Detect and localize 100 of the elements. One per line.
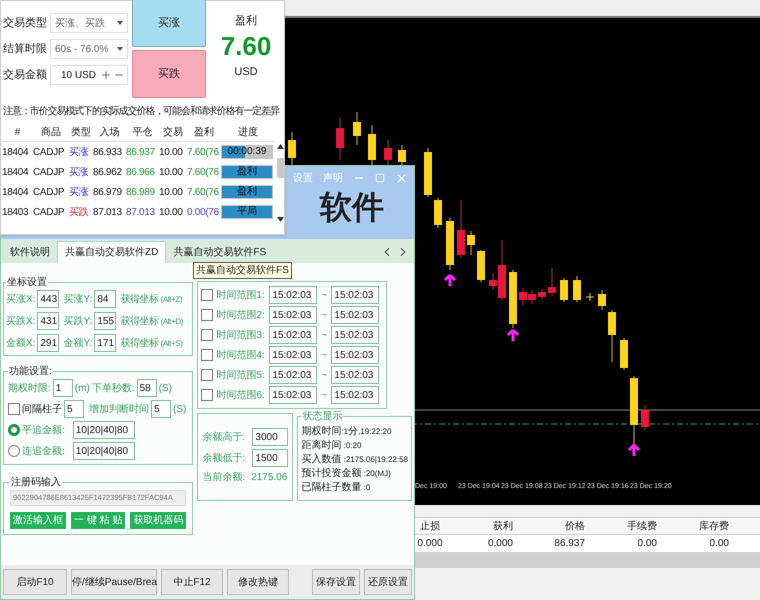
candle [457, 200, 465, 258]
start-time-field[interactable]: 15:02:03 [269, 366, 318, 384]
checkbox[interactable] [201, 309, 214, 321]
candle [353, 112, 361, 146]
field-label: 增加判断时间 [89, 402, 149, 416]
plus-icon[interactable] [100, 69, 112, 81]
table-cell-text: 7.60(76 [187, 146, 220, 160]
amount-field[interactable]: 10|20|40|80 [72, 442, 135, 460]
column-header: 止损 [419, 520, 441, 534]
radio-button[interactable] [8, 445, 20, 457]
amount-field[interactable]: 10 USD [50, 65, 128, 85]
tooltip: 共赢自动交易软件FS [193, 262, 292, 279]
interval-field[interactable]: 5 [64, 400, 84, 418]
candle [608, 310, 616, 362]
start-time-field[interactable]: 15:02:03 [269, 286, 318, 304]
end-time-field[interactable]: 15:02:03 [331, 346, 380, 364]
scroll-thumb[interactable] [277, 158, 284, 178]
amount-field[interactable]: 10|20|40|80 [72, 421, 135, 439]
dropdown[interactable]: 60s - 76.0% [50, 39, 128, 59]
checkbox[interactable] [201, 329, 214, 341]
table-cell-text: CADJP [33, 146, 66, 160]
column-header: 交易 [162, 126, 184, 140]
command-button[interactable]: 中止F12 [161, 569, 223, 595]
balance-field[interactable]: 3000 [252, 428, 288, 446]
candle [641, 404, 649, 430]
command-button[interactable]: 还原设置 [364, 569, 412, 595]
field-label: 买涨Y: [63, 292, 92, 306]
checkbox[interactable] [201, 349, 214, 361]
tab[interactable]: 软件说明 [3, 241, 57, 263]
table-cell-text: 0.00(76 [187, 206, 220, 220]
candle [398, 144, 406, 166]
checkbox-label[interactable]: 间隔柱子 [22, 402, 62, 416]
expiry-field[interactable]: 1 [52, 379, 73, 397]
checkbox[interactable] [201, 289, 214, 301]
table-cell-text: 7.60(76 [187, 166, 220, 180]
start-time-field[interactable]: 15:02:03 [269, 326, 318, 344]
end-time-field[interactable]: 15:02:03 [331, 366, 380, 384]
end-time-field[interactable]: 15:02:03 [331, 326, 380, 344]
table-cell-text: 10.00 [159, 146, 184, 160]
column-header: 盈利 [193, 126, 215, 140]
group-title: 状态显示 [301, 410, 344, 424]
command-button[interactable]: 保存设置 [312, 569, 360, 595]
command-button[interactable]: 停/继续Pause/Brea [71, 569, 157, 595]
start-time-field[interactable]: 15:02:03 [269, 306, 318, 324]
scroll-up-icon[interactable] [277, 144, 284, 149]
coordinate-field[interactable]: 431 [37, 312, 60, 330]
column-header: 入场 [98, 126, 120, 140]
progress-label: 盈利 [236, 186, 258, 198]
end-time-field[interactable]: 15:02:03 [331, 306, 380, 324]
tab[interactable]: 共赢自动交易软件FS [166, 241, 274, 263]
range-separator: ~ [320, 368, 328, 382]
candle [477, 250, 485, 282]
coordinate-field[interactable]: 291 [37, 334, 60, 352]
tab[interactable]: 共赢自动交易软件ZD [57, 241, 166, 263]
checkbox[interactable] [201, 369, 214, 381]
end-time-field[interactable]: 15:02:03 [331, 386, 380, 404]
seconds-field[interactable]: 58 [136, 379, 157, 397]
table-cell-text: 10.00 [159, 206, 184, 220]
table-cell-text: 10.00 [159, 186, 184, 200]
command-button[interactable]: 启动F10 [3, 569, 67, 595]
buy-up-button[interactable]: 买涨 [132, 0, 206, 47]
buy-down-button[interactable]: 买跌 [132, 50, 206, 98]
range-separator: ~ [320, 328, 328, 342]
current-balance: 2175.06 [251, 471, 288, 485]
unit-label: (S) [158, 382, 172, 396]
dropdown[interactable]: 买涨、买跌 [50, 13, 128, 33]
candle [598, 290, 606, 310]
extra-time-field[interactable]: 5 [151, 400, 171, 418]
table-cell-text: 买涨 [69, 186, 90, 200]
field-label: 买涨X: [6, 292, 36, 306]
coordinate-field[interactable]: 171 [94, 334, 116, 352]
group-title: 注册码输入 [10, 476, 62, 490]
column-header: 进度 [237, 126, 259, 140]
radio-button[interactable] [8, 424, 20, 436]
scroll-down-icon[interactable] [277, 217, 284, 222]
candle [424, 148, 432, 198]
column-header: 类型 [70, 126, 92, 140]
doji-candle [586, 292, 594, 302]
coordinate-field[interactable]: 443 [37, 290, 60, 308]
column-header: 获利 [492, 520, 514, 534]
checkbox[interactable] [8, 403, 20, 415]
status-line: 买入数值 :2175.06|19:22:58 [301, 452, 408, 466]
field-label: 下单秒数: [92, 382, 135, 396]
progress-label: 平局 [236, 206, 258, 218]
profit-label: 盈利 [235, 14, 257, 29]
column-header: 价格 [564, 520, 586, 534]
table-cell-text: 87.013 [93, 206, 123, 220]
start-time-field[interactable]: 15:02:03 [269, 386, 318, 404]
coordinate-field[interactable]: 84 [94, 290, 116, 308]
table-cell-text: 0.00 [636, 537, 658, 551]
command-button[interactable]: 修改热键 [227, 569, 289, 595]
coordinate-field[interactable]: 155 [94, 312, 116, 330]
start-time-field[interactable]: 15:02:03 [269, 346, 318, 364]
balance-field[interactable]: 1500 [252, 449, 288, 467]
range-separator: ~ [320, 388, 328, 402]
checkbox[interactable] [201, 389, 214, 401]
candle [434, 198, 442, 228]
notice-text: 注意：市价交易模式下的实际成交价格，可能会和请求价格有一定差异 [3, 106, 279, 118]
end-time-field[interactable]: 15:02:03 [331, 286, 380, 304]
column-header: # [14, 126, 22, 140]
